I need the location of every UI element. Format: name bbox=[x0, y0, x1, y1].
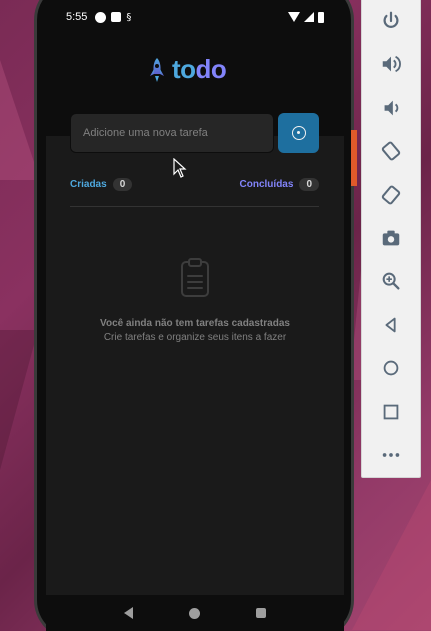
nav-home-icon[interactable] bbox=[189, 607, 200, 619]
more-button[interactable] bbox=[361, 434, 421, 477]
rocket-icon bbox=[150, 57, 164, 82]
phone-side-button bbox=[351, 130, 357, 186]
nav-recents-icon[interactable] bbox=[256, 608, 266, 618]
done-label: Concluídas bbox=[239, 179, 294, 190]
logo-text: todo bbox=[172, 54, 227, 85]
overview-button[interactable] bbox=[361, 390, 421, 433]
volume-up-button[interactable] bbox=[361, 42, 421, 85]
done-count-badge: 0 bbox=[299, 178, 319, 191]
add-task-button[interactable] bbox=[278, 113, 319, 153]
wallpaper-facet bbox=[352, 480, 431, 630]
back-button[interactable] bbox=[361, 303, 421, 346]
home-button[interactable] bbox=[361, 347, 421, 390]
logo-text-to: to bbox=[172, 54, 196, 84]
rotate-left-button[interactable] bbox=[361, 129, 421, 172]
emulator-toolbar bbox=[361, 0, 421, 478]
logo-text-do: do bbox=[195, 54, 227, 84]
home-icon bbox=[383, 361, 399, 376]
screenshot-button[interactable] bbox=[361, 216, 421, 259]
empty-state-subtitle: Crie tarefas e organize seus itens a faz… bbox=[103, 332, 287, 343]
created-label: Criadas bbox=[70, 179, 107, 190]
notification-icon bbox=[95, 11, 107, 23]
battery-icon bbox=[318, 11, 324, 23]
status-bar: 5:55 § bbox=[46, 6, 344, 28]
plus-circle-icon bbox=[291, 126, 306, 140]
empty-state: Você ainda não tem tarefas cadastradas C… bbox=[46, 258, 344, 343]
created-counter: Criadas 0 bbox=[70, 178, 133, 191]
wallpaper-facet bbox=[0, 330, 38, 470]
app-logo: todo bbox=[148, 54, 227, 85]
mouse-cursor-icon bbox=[173, 158, 187, 178]
rotate-left-icon bbox=[381, 141, 401, 161]
camera-icon bbox=[382, 230, 400, 246]
power-button[interactable] bbox=[361, 0, 421, 42]
nav-back-icon[interactable] bbox=[124, 607, 133, 619]
volume-up-icon bbox=[382, 56, 401, 73]
status-right bbox=[288, 11, 324, 23]
back-icon bbox=[385, 317, 396, 333]
overview-icon bbox=[383, 404, 399, 420]
new-task-input[interactable] bbox=[70, 113, 274, 153]
phone-screen: 5:55 § todo Adicione uma nova tarefa Cri… bbox=[46, 0, 344, 631]
power-icon bbox=[383, 11, 399, 28]
sd-card-icon bbox=[111, 12, 122, 22]
rotate-right-button[interactable] bbox=[361, 173, 421, 216]
clipboard-icon bbox=[181, 258, 209, 297]
wifi-icon bbox=[288, 12, 300, 22]
divider bbox=[70, 206, 319, 207]
rotate-right-icon bbox=[381, 185, 401, 204]
volume-down-button[interactable] bbox=[361, 86, 421, 129]
zoom-button[interactable] bbox=[361, 260, 421, 303]
new-task-form bbox=[70, 113, 319, 153]
status-time: 5:55 bbox=[66, 11, 88, 23]
signal-icon bbox=[304, 12, 314, 22]
done-counter: Concluídas 0 bbox=[240, 178, 319, 191]
empty-state-title: Você ainda não tem tarefas cadastradas bbox=[100, 318, 290, 329]
settings-notification-icon: § bbox=[126, 11, 132, 23]
more-icon bbox=[382, 453, 400, 458]
zoom-icon bbox=[382, 273, 400, 290]
created-count-badge: 0 bbox=[112, 178, 133, 191]
task-counters: Criadas 0 Concluídas 0 bbox=[70, 178, 319, 191]
volume-down-icon bbox=[384, 100, 399, 115]
android-nav-bar bbox=[46, 595, 344, 631]
